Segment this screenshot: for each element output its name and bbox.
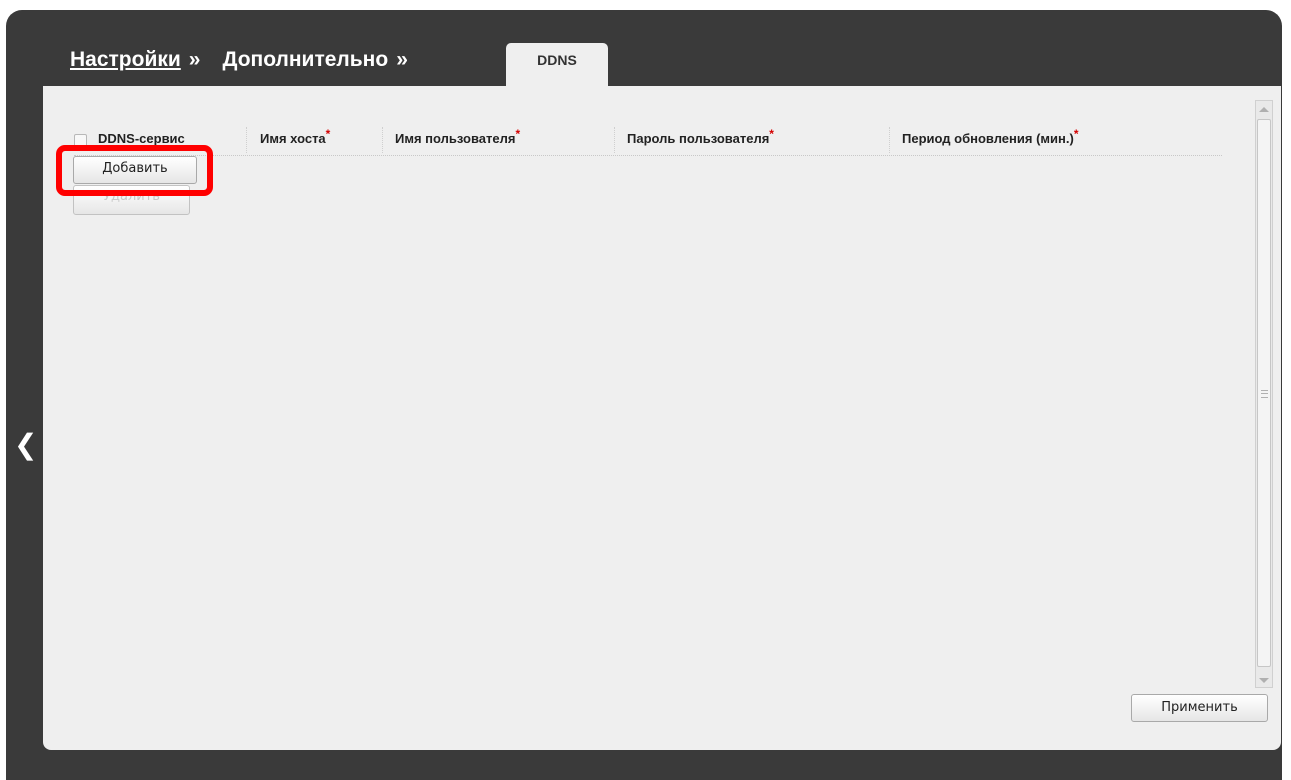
required-mark: *	[1073, 127, 1079, 141]
column-divider	[614, 127, 616, 153]
column-divider	[246, 127, 248, 153]
column-header-update-period: Период обновления (мин.)*	[902, 127, 1079, 146]
scroll-up-icon[interactable]	[1259, 107, 1269, 112]
required-mark: *	[515, 127, 521, 141]
column-divider	[382, 127, 384, 153]
required-mark: *	[769, 127, 774, 141]
apply-button[interactable]: Применить	[1131, 694, 1268, 722]
breadcrumb-separator: »	[188, 48, 201, 71]
breadcrumb-advanced: Дополнительно	[222, 48, 389, 71]
column-divider	[889, 127, 891, 153]
select-all-checkbox[interactable]	[74, 134, 87, 147]
content-panel	[43, 86, 1281, 750]
scrollbar-thumb[interactable]	[1257, 119, 1271, 667]
chevron-left-icon[interactable]: ❮	[14, 430, 38, 460]
required-mark: *	[325, 127, 331, 141]
breadcrumb-separator: »	[396, 48, 408, 71]
breadcrumb-settings-link[interactable]: Настройки	[70, 48, 181, 72]
ddns-table-header: DDNS-сервис Имя хоста* Имя пользователя*…	[74, 127, 1222, 156]
grip-icon	[1261, 390, 1268, 398]
tab-ddns[interactable]: DDNS	[506, 43, 608, 87]
scroll-down-icon[interactable]	[1259, 678, 1269, 683]
delete-button[interactable]: Удалить	[73, 185, 190, 215]
vertical-scrollbar[interactable]	[1255, 100, 1273, 688]
column-header-password: Пароль пользователя*	[627, 127, 774, 146]
breadcrumb: Настройки » Дополнительно »	[70, 48, 408, 72]
column-header-username: Имя пользователя*	[395, 127, 521, 146]
column-header-hostname: Имя хоста*	[260, 127, 331, 146]
add-button[interactable]: Добавить	[73, 156, 197, 184]
column-header-ddns-service: DDNS-сервис	[98, 131, 185, 146]
